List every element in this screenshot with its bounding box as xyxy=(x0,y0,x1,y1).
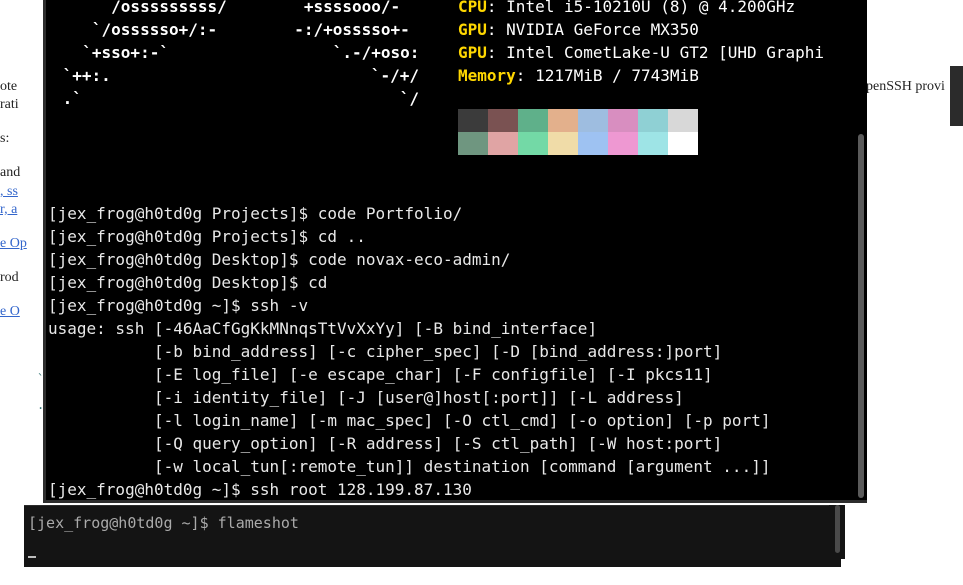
bg-text-fragment: s: xyxy=(0,131,10,146)
info-value: 1217MiB / 7743MiB xyxy=(535,66,699,85)
color-swatch xyxy=(578,109,608,132)
info-row-memory: Memory: 1217MiB / 7743MiB xyxy=(458,66,699,85)
info-key: Memory xyxy=(458,66,516,85)
bg-text-fragment: ote xyxy=(0,79,18,94)
info-value: Intel CometLake-U GT2 [UHD Graphi xyxy=(506,43,825,62)
bg-text-fragment: rati xyxy=(0,97,19,112)
info-key: GPU xyxy=(458,43,487,62)
info-value: NVIDIA GeForce MX350 xyxy=(506,20,699,39)
background-scrollbar[interactable] xyxy=(950,66,963,126)
info-row-gpu: GPU: Intel CometLake-U GT2 [UHD Graphi xyxy=(458,43,825,62)
ascii-art-line: .` `/ xyxy=(53,89,420,108)
color-swatch xyxy=(458,109,488,132)
terminal-line: [-i identity_file] [-J [user@]host[:port… xyxy=(48,388,684,407)
info-row-cpu: CPU: Intel i5-10210U (8) @ 4.200GHz xyxy=(458,0,795,18)
terminal-line: [-E log_file] [-e escape_char] [-F confi… xyxy=(48,365,713,384)
bg-text-fragment: and xyxy=(0,165,21,180)
ascii-art-line: `+sso+:-` `.-/+oso: xyxy=(63,43,420,62)
background-page-right-text: penSSH provi xyxy=(866,0,963,585)
bg-text-fragment: penSSH provi xyxy=(866,79,945,94)
terminal-line: [jex_frog@h0td0g ~]$ ssh -v xyxy=(48,296,309,315)
back-terminal-window[interactable]: [jex_frog@h0td0g ~]$ flameshot xyxy=(24,505,841,567)
bg-link[interactable]: , ss xyxy=(0,184,18,200)
color-swatch xyxy=(548,109,578,132)
terminal-line: [-l login_name] [-m mac_spec] [-O ctl_cm… xyxy=(48,411,771,430)
bg-link[interactable]: e Op xyxy=(0,236,27,252)
background-page-left-text: ote rati s: and , ss r, a e Op rod e O xyxy=(0,0,27,585)
prompt-line: [jex_frog@h0td0g ~]$ flameshot xyxy=(28,514,299,532)
color-swatch xyxy=(668,109,698,132)
front-terminal-window[interactable]: /osssssssss/ +ssssooo/- `/ossssso+/:- -:… xyxy=(43,0,867,503)
terminal-line: [jex_frog@h0td0g ~]$ ssh root 128.199.87… xyxy=(48,480,472,499)
color-swatch xyxy=(668,132,698,155)
terminal-line: [-Q query_option] [-R address] [-S ctl_p… xyxy=(48,434,723,453)
scrollbar-thumb[interactable] xyxy=(835,505,840,553)
terminal-line: [-b bind_address] [-c cipher_spec] [-D [… xyxy=(48,342,723,361)
color-swatch xyxy=(518,109,548,132)
ascii-art-line: /osssssssss/ +ssssooo/- xyxy=(63,0,401,16)
color-swatch xyxy=(458,132,488,155)
scrollbar-thumb[interactable] xyxy=(858,134,864,498)
color-swatch xyxy=(608,132,638,155)
ascii-art-line: `++:. `-/+/ xyxy=(53,66,420,85)
bg-link[interactable]: e O xyxy=(0,304,20,320)
terminal-line: [jex_frog@h0td0g Desktop]$ cd xyxy=(48,273,328,292)
text-cursor xyxy=(28,556,36,558)
color-swatch xyxy=(548,132,578,155)
bg-text-fragment: rod xyxy=(0,270,19,285)
terminal-line: usage: ssh [-46AaCfGgKkMNnqsTtVvXxYy] [-… xyxy=(48,319,598,338)
info-row-gpu: GPU: NVIDIA GeForce MX350 xyxy=(458,20,699,39)
color-swatch xyxy=(638,109,668,132)
info-key: GPU xyxy=(458,20,487,39)
terminal-line: [-w local_tun[:remote_tun]] destination … xyxy=(48,457,771,476)
window-border xyxy=(43,0,46,503)
color-swatch xyxy=(518,132,548,155)
terminal-line: [jex_frog@h0td0g Desktop]$ code novax-ec… xyxy=(48,250,511,269)
color-swatch xyxy=(638,132,668,155)
terminal-line: [jex_frog@h0td0g Projects]$ code Portfol… xyxy=(48,204,463,223)
color-swatch xyxy=(488,132,518,155)
bg-link[interactable]: r, a xyxy=(0,202,17,218)
terminal-line: [jex_frog@h0td0g Projects]$ cd .. xyxy=(48,227,366,246)
ascii-art-line: `/ossssso+/:- -:/+osssso+- xyxy=(63,20,410,39)
info-key: CPU xyxy=(458,0,487,16)
color-swatch xyxy=(578,132,608,155)
color-swatch xyxy=(608,109,638,132)
color-swatch xyxy=(488,109,518,132)
info-value: Intel i5-10210U (8) @ 4.200GHz xyxy=(506,0,796,16)
window-edge xyxy=(24,505,841,506)
